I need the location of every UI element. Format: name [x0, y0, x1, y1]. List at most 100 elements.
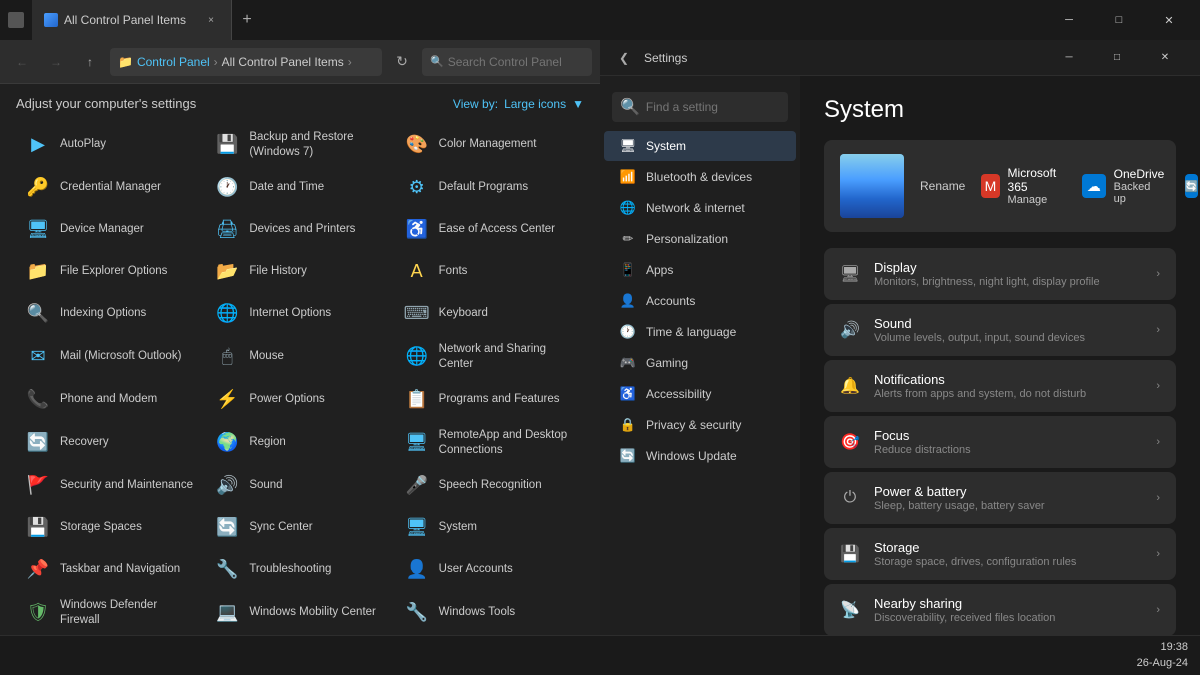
settings-item-storage[interactable]: 💾 Storage Storage space, drives, configu… — [824, 528, 1176, 580]
grid-item[interactable]: 📋 Programs and Features — [395, 379, 584, 421]
grid-item[interactable]: 📁 File Explorer Options — [16, 251, 205, 293]
search-box[interactable]: 🔍 — [422, 48, 592, 76]
maximize-button[interactable]: □ — [1096, 4, 1142, 36]
grid-item[interactable]: ♿ Ease of Access Center — [395, 209, 584, 251]
browser-icon — [8, 12, 24, 28]
sidebar-nav-item-gaming[interactable]: 🎮 Gaming — [604, 348, 796, 378]
sidebar-nav-item-windows-update[interactable]: 🔄 Windows Update — [604, 441, 796, 471]
item-label: Color Management — [439, 137, 537, 152]
grid-item[interactable]: 🔑 Credential Manager — [16, 167, 205, 209]
settings-item-sound[interactable]: 🔊 Sound Volume levels, output, input, so… — [824, 304, 1176, 356]
sidebar-nav-item-privacy-security[interactable]: 🔒 Privacy & security — [604, 410, 796, 440]
settings-minimize[interactable]: ─ — [1046, 42, 1092, 74]
grid-item[interactable]: 🖥 System — [395, 507, 584, 549]
grid-item[interactable]: A Fonts — [395, 251, 584, 293]
settings-item-icon: ⏻ — [840, 488, 860, 508]
forward-button[interactable]: → — [42, 48, 70, 76]
browser-tab[interactable]: All Control Panel Items × — [32, 0, 232, 40]
view-by-control[interactable]: View by: Large icons ▼ — [453, 97, 584, 111]
grid-item[interactable]: 🛡 Windows Defender Firewall — [16, 591, 205, 635]
grid-item[interactable]: 🕐 Date and Time — [205, 167, 394, 209]
grid-item[interactable]: 🔄 Sync Center — [205, 507, 394, 549]
grid-item[interactable]: 🚩 Security and Maintenance — [16, 465, 205, 507]
grid-item[interactable]: 🔄 Recovery — [16, 421, 205, 465]
grid-item[interactable]: 💻 Windows Mobility Center — [205, 591, 394, 635]
item-label: Fonts — [439, 264, 468, 279]
profile-app-windows-update[interactable]: 🔄 Windows Update Last checked: 1 minute … — [1185, 154, 1200, 218]
grid-item[interactable]: 💾 Storage Spaces — [16, 507, 205, 549]
grid-item[interactable]: 🔧 Troubleshooting — [205, 549, 394, 591]
settings-item-power-&-battery[interactable]: ⏻ Power & battery Sleep, battery usage, … — [824, 472, 1176, 524]
path-control-panel[interactable]: Control Panel — [137, 55, 210, 69]
grid-item[interactable]: 🖥 Device Manager — [16, 209, 205, 251]
item-label: System — [439, 520, 477, 535]
grid-item[interactable]: 🖱 Mouse — [205, 335, 394, 379]
grid-item[interactable]: 🎨 Color Management — [395, 123, 584, 167]
sidebar-item-icon: 👤 — [620, 293, 636, 309]
grid-item[interactable]: 🌍 Region — [205, 421, 394, 465]
grid-item[interactable]: 🔧 Windows Tools — [395, 591, 584, 635]
settings-search-box[interactable]: 🔍 — [612, 92, 788, 122]
grid-item[interactable]: ✉ Mail (Microsoft Outlook) — [16, 335, 205, 379]
item-icon: 📞 — [24, 386, 52, 414]
item-icon: 📌 — [24, 556, 52, 584]
settings-search-input[interactable] — [646, 100, 800, 114]
sidebar-nav-item-network-internet[interactable]: 🌐 Network & internet — [604, 193, 796, 223]
sidebar-nav-item-time-language[interactable]: 🕐 Time & language — [604, 317, 796, 347]
settings-window: ❮ Settings ─ □ ✕ 🔍 🖥 System 📶 Bluetooth … — [600, 40, 1200, 635]
settings-item-display[interactable]: 🖥 Display Monitors, brightness, night li… — [824, 248, 1176, 300]
settings-item-notifications[interactable]: 🔔 Notifications Alerts from apps and sys… — [824, 360, 1176, 412]
grid-item[interactable]: 🎤 Speech Recognition — [395, 465, 584, 507]
close-button[interactable]: ✕ — [1146, 4, 1192, 36]
sidebar-nav-item-apps[interactable]: 📱 Apps — [604, 255, 796, 285]
refresh-button[interactable]: ↻ — [388, 48, 416, 76]
item-icon: 🚩 — [24, 472, 52, 500]
grid-item[interactable]: 📞 Phone and Modem — [16, 379, 205, 421]
search-input[interactable] — [448, 55, 584, 69]
grid-item[interactable]: 🖨 Devices and Printers — [205, 209, 394, 251]
settings-page-title: System — [824, 76, 1176, 140]
rename-label[interactable]: Rename — [920, 175, 965, 197]
grid-item[interactable]: 🔊 Sound — [205, 465, 394, 507]
tab-close-button[interactable]: × — [203, 12, 219, 28]
new-tab-button[interactable]: + — [232, 0, 262, 40]
settings-item-focus[interactable]: 🎯 Focus Reduce distractions › — [824, 416, 1176, 468]
minimize-button[interactable]: ─ — [1046, 4, 1092, 36]
address-path[interactable]: 📁 Control Panel › All Control Panel Item… — [110, 48, 382, 76]
item-icon: 📁 — [24, 258, 52, 286]
up-button[interactable]: ↑ — [76, 48, 104, 76]
grid-item[interactable]: ⌨ Keyboard — [395, 293, 584, 335]
grid-item[interactable]: 🌐 Internet Options — [205, 293, 394, 335]
grid-item[interactable]: ▶ AutoPlay — [16, 123, 205, 167]
settings-maximize[interactable]: □ — [1094, 42, 1140, 74]
sidebar-nav-item-bluetooth-devices[interactable]: 📶 Bluetooth & devices — [604, 162, 796, 192]
back-button[interactable]: ← — [8, 48, 36, 76]
sidebar-nav-item-accounts[interactable]: 👤 Accounts — [604, 286, 796, 316]
settings-back-button[interactable]: ❮ — [612, 46, 636, 70]
settings-item-desc: Alerts from apps and system, do not dist… — [874, 388, 1142, 400]
grid-item[interactable]: 🖥 RemoteApp and Desktop Connections — [395, 421, 584, 465]
profile-rename[interactable]: Rename — [920, 177, 965, 195]
profile-app-onedrive[interactable]: ☁ OneDrive Backed up — [1082, 154, 1165, 218]
sidebar-nav-item-system[interactable]: 🖥 System — [604, 131, 796, 161]
settings-item-nearby-sharing[interactable]: 📡 Nearby sharing Discoverability, receiv… — [824, 584, 1176, 635]
grid-item[interactable]: 🌐 Network and Sharing Center — [395, 335, 584, 379]
app-name: OneDrive — [1114, 167, 1165, 181]
grid-item[interactable]: 💾 Backup and Restore (Windows 7) — [205, 123, 394, 167]
grid-item[interactable]: ⚙ Default Programs — [395, 167, 584, 209]
grid-item[interactable]: 📌 Taskbar and Navigation — [16, 549, 205, 591]
grid-item[interactable]: 🔍 Indexing Options — [16, 293, 205, 335]
settings-item-arrow: › — [1156, 380, 1160, 392]
item-label: Indexing Options — [60, 306, 146, 321]
profile-app-microsoft-365[interactable]: M Microsoft 365 Manage — [981, 154, 1062, 218]
item-icon: ⌨ — [403, 300, 431, 328]
sidebar-nav-item-accessibility[interactable]: ♿ Accessibility — [604, 379, 796, 409]
settings-item-icon: 🔔 — [840, 376, 860, 396]
grid-item[interactable]: 👤 User Accounts — [395, 549, 584, 591]
settings-close[interactable]: ✕ — [1142, 42, 1188, 74]
sidebar-item-label: Apps — [646, 263, 673, 277]
grid-item[interactable]: ⚡ Power Options — [205, 379, 394, 421]
grid-item[interactable]: 📂 File History — [205, 251, 394, 293]
sidebar-nav-item-personalization[interactable]: ✏ Personalization — [604, 224, 796, 254]
app-info: Microsoft 365 Manage — [1008, 166, 1063, 206]
